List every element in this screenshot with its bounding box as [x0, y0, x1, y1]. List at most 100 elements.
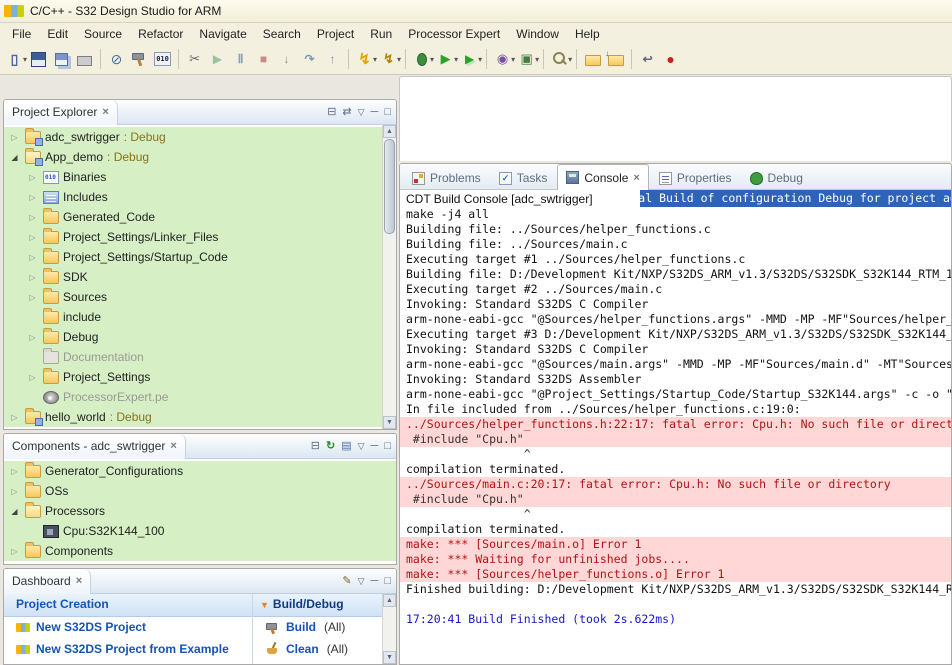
menu-run[interactable]: Run — [362, 25, 400, 43]
import-button[interactable] — [604, 48, 627, 71]
search-button[interactable] — [548, 48, 571, 71]
debug-button[interactable] — [410, 48, 433, 71]
expand-arrow-icon[interactable] — [8, 487, 21, 496]
tab-dashboard[interactable]: Dashboard — [4, 569, 91, 594]
refresh-icon[interactable] — [326, 441, 335, 452]
collapse-arrow-icon[interactable] — [8, 153, 21, 162]
print-button[interactable] — [73, 48, 96, 71]
edit-icon[interactable] — [342, 576, 351, 587]
run-button[interactable] — [434, 48, 457, 71]
project-explorer-item[interactable]: Sources — [4, 287, 383, 307]
view-menu-icon[interactable] — [358, 576, 365, 587]
menu-window[interactable]: Window — [508, 25, 567, 43]
minimize-icon[interactable] — [371, 441, 379, 452]
expand-arrow-icon[interactable] — [26, 253, 39, 262]
menu-file[interactable]: File — [4, 25, 39, 43]
menu-processor-expert[interactable]: Processor Expert — [400, 25, 508, 43]
view-menu-icon[interactable] — [358, 107, 365, 118]
flash-button[interactable] — [353, 48, 376, 71]
minimize-icon[interactable] — [371, 107, 379, 118]
expand-arrow-icon[interactable] — [8, 413, 21, 422]
project-explorer-item[interactable]: Debug — [4, 327, 383, 347]
view-menu-icon[interactable] — [358, 441, 365, 452]
project-explorer-item[interactable]: include — [4, 307, 383, 327]
components-item[interactable]: Processors — [4, 501, 396, 521]
close-icon[interactable] — [76, 575, 82, 587]
menu-help[interactable]: Help — [567, 25, 608, 43]
terminate-button[interactable] — [252, 48, 275, 71]
build-button[interactable] — [128, 48, 151, 71]
collapse-arrow-icon[interactable] — [8, 507, 21, 516]
menu-edit[interactable]: Edit — [39, 25, 76, 43]
components-item[interactable]: OSs — [4, 481, 396, 501]
expand-arrow-icon[interactable] — [26, 213, 39, 222]
scroll-up-icon[interactable] — [383, 125, 396, 138]
binary-button[interactable] — [151, 48, 174, 71]
expand-arrow-icon[interactable] — [26, 333, 39, 342]
components-item[interactable]: Components — [4, 541, 396, 561]
console-output[interactable]: make -j4 allBuilding file: ../Sources/he… — [400, 207, 951, 627]
resume-button[interactable] — [206, 48, 229, 71]
collapse-all-icon[interactable] — [327, 107, 336, 118]
save-button[interactable] — [27, 48, 50, 71]
scroll-down-icon[interactable] — [383, 651, 396, 664]
expand-arrow-icon[interactable] — [26, 373, 39, 382]
last-edit-button[interactable] — [636, 48, 659, 71]
project-explorer-item[interactable]: Project_Settings — [4, 367, 383, 387]
components-item[interactable]: Generator_Configurations — [4, 461, 396, 481]
menu-refactor[interactable]: Refactor — [130, 25, 191, 43]
close-icon[interactable] — [170, 440, 176, 452]
expand-arrow-icon[interactable] — [8, 467, 21, 476]
maximize-icon[interactable] — [384, 576, 391, 587]
dashboard-scrollbar[interactable] — [382, 594, 396, 664]
coverage-button[interactable] — [515, 48, 538, 71]
tab-tasks[interactable]: Tasks — [491, 167, 556, 189]
tab-components[interactable]: Components - adc_swtrigger — [4, 434, 186, 459]
flash-file-button[interactable] — [377, 48, 400, 71]
expand-arrow-icon[interactable] — [26, 193, 39, 202]
project-explorer-item[interactable]: ProcessorExpert.pe — [4, 387, 383, 407]
step-into-button[interactable] — [275, 48, 298, 71]
tab-project-explorer[interactable]: Project Explorer — [4, 100, 118, 125]
dashboard-link-new-s32ds-project[interactable]: New S32DS Project — [4, 616, 252, 638]
project-explorer-item[interactable]: Project_Settings/Linker_Files — [4, 227, 383, 247]
menu-source[interactable]: Source — [76, 25, 130, 43]
project-explorer-item[interactable]: Project_Settings/Startup_Code — [4, 247, 383, 267]
link-with-editor-icon[interactable] — [342, 107, 351, 118]
library-icon[interactable] — [341, 441, 351, 452]
dashboard-link-build[interactable]: Build(All) — [253, 616, 382, 638]
menu-navigate[interactable]: Navigate — [191, 25, 254, 43]
maximize-icon[interactable] — [384, 441, 391, 452]
suspend-button[interactable] — [229, 48, 252, 71]
step-return-button[interactable] — [321, 48, 344, 71]
scrollbar-thumb[interactable] — [384, 139, 395, 234]
dashboard-link-clean[interactable]: Clean(All) — [253, 638, 382, 660]
menu-search[interactable]: Search — [255, 25, 309, 43]
tab-problems[interactable]: Problems — [404, 167, 489, 189]
close-icon[interactable] — [633, 172, 639, 184]
tab-debug[interactable]: Debug — [742, 167, 811, 189]
project-explorer-item[interactable]: Includes — [4, 187, 383, 207]
project-explorer-item[interactable]: adc_swtrigger: Debug — [4, 127, 383, 147]
collapse-arrow-icon[interactable] — [260, 597, 269, 611]
expand-arrow-icon[interactable] — [26, 293, 39, 302]
tab-properties[interactable]: Properties — [651, 167, 740, 189]
expand-arrow-icon[interactable] — [26, 273, 39, 282]
scroll-up-icon[interactable] — [383, 594, 396, 607]
components-item[interactable]: Cpu:S32K144_100 — [4, 521, 396, 541]
external-tools-button[interactable] — [458, 48, 481, 71]
project-explorer-item[interactable]: Generated_Code — [4, 207, 383, 227]
expand-arrow-icon[interactable] — [26, 233, 39, 242]
close-icon[interactable] — [102, 106, 108, 118]
stop-red-button[interactable] — [659, 48, 682, 71]
skip-breakpoints-button[interactable] — [105, 48, 128, 71]
minimize-icon[interactable] — [371, 576, 379, 587]
section-build-debug[interactable]: Build/Debug — [260, 597, 344, 611]
maximize-icon[interactable] — [384, 107, 391, 118]
project-explorer-item[interactable]: Binaries — [4, 167, 383, 187]
section-project-creation[interactable]: Project Creation — [16, 597, 109, 611]
tab-console[interactable]: Console — [557, 164, 648, 190]
dashboard-link-new-s32ds-project-from-example[interactable]: New S32DS Project from Example — [4, 638, 252, 660]
expand-arrow-icon[interactable] — [8, 133, 21, 142]
project-explorer-item[interactable]: hello_world: Debug — [4, 407, 383, 427]
